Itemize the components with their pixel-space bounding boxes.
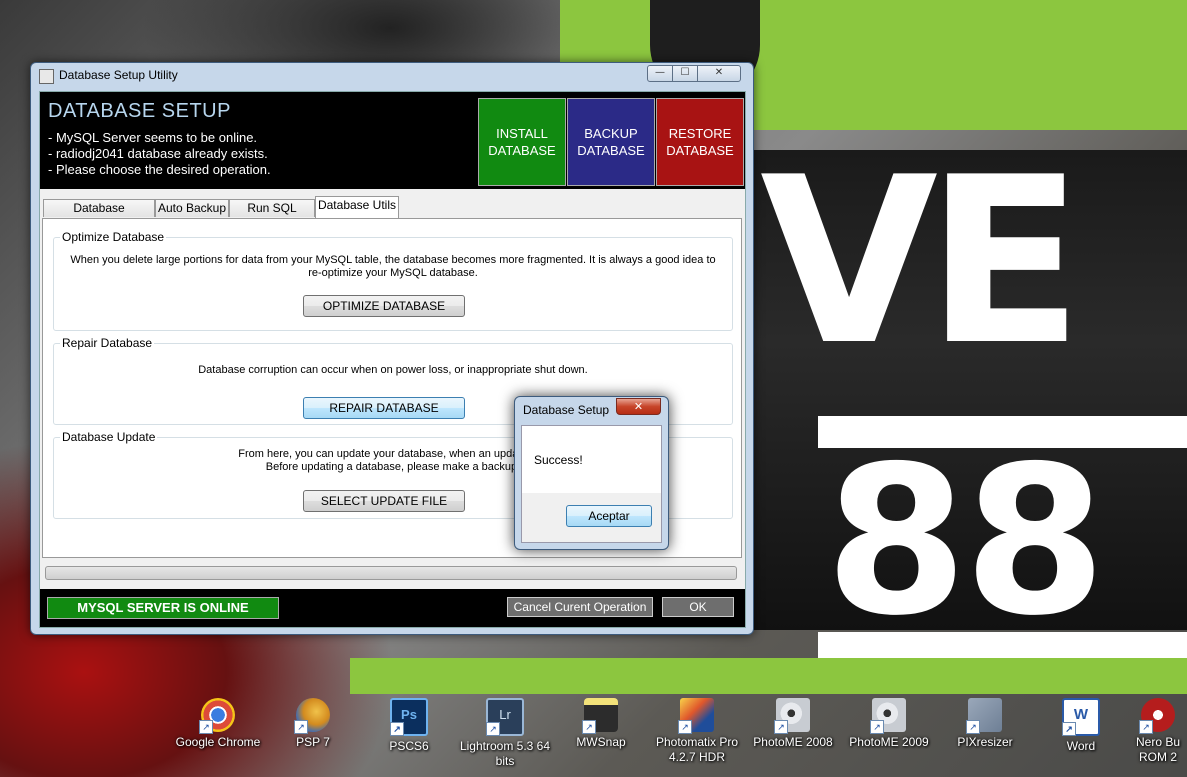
dialog-title: Database Setup [523,403,610,417]
desktop-icon-label: Nero Bu ROM 2 [1135,735,1181,764]
setup-header: DATABASE SETUP - MySQL Server seems to b… [40,92,745,189]
photoshop-icon: Ps ↗ [390,698,428,736]
shortcut-arrow-icon: ↗ [582,720,596,734]
optimize-group: Optimize Database When you delete large … [53,230,733,331]
desktop-icon-label: Word [1066,739,1096,753]
success-dialog: Database Setup ✕ Success! Aceptar [514,396,669,550]
window-footer: MYSQL SERVER IS ONLINE Cancel Curent Ope… [40,589,745,627]
status-message: - MySQL Server seems to be online. [48,130,258,145]
wallpaper-green-band [350,658,1187,694]
window-title: Database Setup Utility [59,68,178,82]
shortcut-arrow-icon: ↗ [1139,720,1153,734]
app-icon [39,69,54,84]
window-titlebar[interactable]: Database Setup Utility — ☐ ✕ [31,63,753,89]
shortcut-arrow-icon: ↗ [199,720,213,734]
desktop-icon-label: PIXresizer [957,735,1013,749]
desktop-icon-photome-2008[interactable]: ↗ PhotoME 2008 [745,696,841,750]
tab-database-utils[interactable]: Database Utils [315,196,399,218]
desktop-icon-pscs6[interactable]: Ps ↗ PSCS6 [361,696,457,754]
progress-bar [45,566,737,580]
desktop-icon-pixresizer[interactable]: ↗ PIXresizer [937,696,1033,750]
select-update-file-button[interactable]: SELECT UPDATE FILE [303,490,465,512]
dialog-message: Success! [534,453,583,467]
cancel-operation-button[interactable]: Cancel Curent Operation [507,597,653,617]
photomatix-icon: ↗ [678,698,714,734]
optimize-database-button[interactable]: OPTIMIZE DATABASE [303,295,465,317]
dialog-close-button[interactable]: ✕ [616,398,661,415]
shortcut-arrow-icon: ↗ [966,720,980,734]
status-message: - radiodj2041 database already exists. [48,146,268,161]
desktop-icon-label: PhotoME 2008 [753,735,833,749]
shortcut-arrow-icon: ↗ [678,720,692,734]
photome-icon: ↗ [774,698,810,734]
desktop-icon-label: PSP 7 [296,735,330,749]
nero-icon: ↗ [1139,698,1175,734]
desktop-icon-label: Google Chrome [175,735,261,749]
shortcut-arrow-icon: ↗ [870,720,884,734]
group-description: re-optimize your MySQL database. [308,267,478,279]
desktop-icon-word[interactable]: W ↗ Word [1033,696,1129,754]
desktop-icons: ↗ Google Chrome ↗ PSP 7 Ps ↗ PSCS6 Lr ↗ Li… [170,696,1187,777]
install-database-button[interactable]: INSTALL DATABASE [478,98,566,186]
desktop-icon-psp[interactable]: ↗ PSP 7 [265,696,361,750]
lightroom-icon: Lr ↗ [486,698,524,736]
desktop-icon-label: PSCS6 [389,739,429,753]
minimize-button[interactable]: — [647,65,673,82]
status-message: - Please choose the desired operation. [48,162,271,177]
shortcut-arrow-icon: ↗ [1062,722,1076,736]
wallpaper-big-letters: VE [760,129,1083,396]
shortcut-arrow-icon: ↗ [486,722,500,736]
group-legend: Database Update [60,430,158,444]
desktop-icon-label: Photomatix Pro 4.2.7 HDR [655,735,739,764]
shortcut-arrow-icon: ↗ [774,720,788,734]
group-legend: Optimize Database [60,230,167,244]
desktop-icon-chrome[interactable]: ↗ Google Chrome [170,696,266,750]
chrome-icon: ↗ [199,698,235,734]
aceptar-button[interactable]: Aceptar [566,505,652,527]
photome-icon: ↗ [870,698,906,734]
tab-run-sql-query[interactable]: Run SQL Query [229,199,315,232]
desktop-icon-mwsnap[interactable]: ↗ MWSnap [553,696,649,750]
desktop-icon-nero[interactable]: ↗ Nero Bu ROM 2 [1128,696,1187,765]
page-title: DATABASE SETUP [48,100,231,122]
psp-icon: ↗ [294,698,330,734]
repair-database-button[interactable]: REPAIR DATABASE [303,397,465,419]
group-legend: Repair Database [60,336,155,350]
ok-button[interactable]: OK [662,597,734,617]
tab-database-installation[interactable]: Database Installation [43,199,155,232]
shortcut-arrow-icon: ↗ [390,722,404,736]
desktop-icon-label: PhotoME 2009 [849,735,929,749]
camera-icon: ↗ [582,698,618,734]
maximize-button[interactable]: ☐ [672,65,698,82]
desktop-icon-photomatix[interactable]: ↗ Photomatix Pro 4.2.7 HDR [649,696,745,765]
pixresizer-icon: ↗ [966,698,1002,734]
desktop-icon-lightroom[interactable]: Lr ↗ Lightroom 5.3 64 bits [457,696,553,769]
dialog-message-area: Success! [522,426,661,493]
group-description: Database corruption can occur when on po… [198,364,588,376]
restore-database-button[interactable]: RESTORE DATABASE [656,98,744,186]
group-description: When you delete large portions for data … [70,254,716,266]
close-button[interactable]: ✕ [697,65,741,82]
tab-auto-backup[interactable]: Auto Backup [155,199,229,217]
wallpaper-big-digits: 88 [825,423,1106,661]
mysql-status-badge: MYSQL SERVER IS ONLINE [47,597,279,619]
desktop-icon-label: MWSnap [576,735,626,749]
word-icon: W ↗ [1062,698,1100,736]
desktop-icon-label: Lightroom 5.3 64 bits [459,739,551,768]
desktop-icon-photome-2009[interactable]: ↗ PhotoME 2009 [841,696,937,750]
dialog-body: Success! Aceptar [521,425,662,543]
backup-database-button[interactable]: BACKUP DATABASE [567,98,655,186]
shortcut-arrow-icon: ↗ [294,720,308,734]
